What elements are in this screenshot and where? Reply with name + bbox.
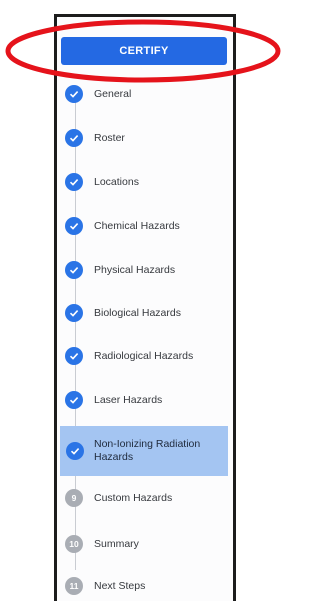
step-label: Physical Hazards bbox=[94, 263, 176, 276]
check-icon bbox=[65, 304, 83, 322]
certify-button[interactable]: CERTIFY bbox=[61, 37, 227, 65]
step-label: General bbox=[94, 87, 132, 100]
check-icon bbox=[65, 217, 83, 235]
step-label: Next Steps bbox=[94, 579, 146, 592]
check-icon bbox=[65, 347, 83, 365]
step-label: Radiological Hazards bbox=[94, 349, 194, 362]
step-general[interactable]: General bbox=[57, 74, 233, 114]
check-icon bbox=[65, 173, 83, 191]
step-label: Chemical Hazards bbox=[94, 219, 180, 232]
check-icon bbox=[65, 85, 83, 103]
check-icon bbox=[66, 442, 84, 460]
check-icon bbox=[65, 129, 83, 147]
check-icon bbox=[65, 261, 83, 279]
step-number-badge: 10 bbox=[65, 535, 83, 553]
step-number-badge: 9 bbox=[65, 489, 83, 507]
step-physical-hazards[interactable]: Physical Hazards bbox=[57, 250, 233, 290]
step-radiological-hazards[interactable]: Radiological Hazards bbox=[57, 336, 233, 376]
step-summary[interactable]: 10 Summary bbox=[57, 524, 233, 564]
step-locations[interactable]: Locations bbox=[57, 162, 233, 202]
step-non-ionizing-radiation-hazards[interactable]: Non-Ionizing Radiation Hazards bbox=[60, 426, 228, 476]
step-label: Non-Ionizing Radiation Hazards bbox=[94, 438, 201, 463]
check-icon bbox=[65, 391, 83, 409]
step-next-steps[interactable]: 11 Next Steps bbox=[57, 566, 233, 601]
step-label: Locations bbox=[94, 175, 139, 188]
step-biological-hazards[interactable]: Biological Hazards bbox=[57, 293, 233, 333]
step-laser-hazards[interactable]: Laser Hazards bbox=[57, 380, 233, 420]
step-chemical-hazards[interactable]: Chemical Hazards bbox=[57, 206, 233, 246]
step-label: Roster bbox=[94, 131, 125, 144]
step-label: Custom Hazards bbox=[94, 491, 173, 504]
step-label: Summary bbox=[94, 537, 139, 550]
step-label: Laser Hazards bbox=[94, 393, 163, 406]
step-custom-hazards[interactable]: 9 Custom Hazards bbox=[57, 478, 233, 518]
step-number-badge: 11 bbox=[65, 577, 83, 595]
step-label: Biological Hazards bbox=[94, 306, 181, 319]
step-roster[interactable]: Roster bbox=[57, 118, 233, 158]
